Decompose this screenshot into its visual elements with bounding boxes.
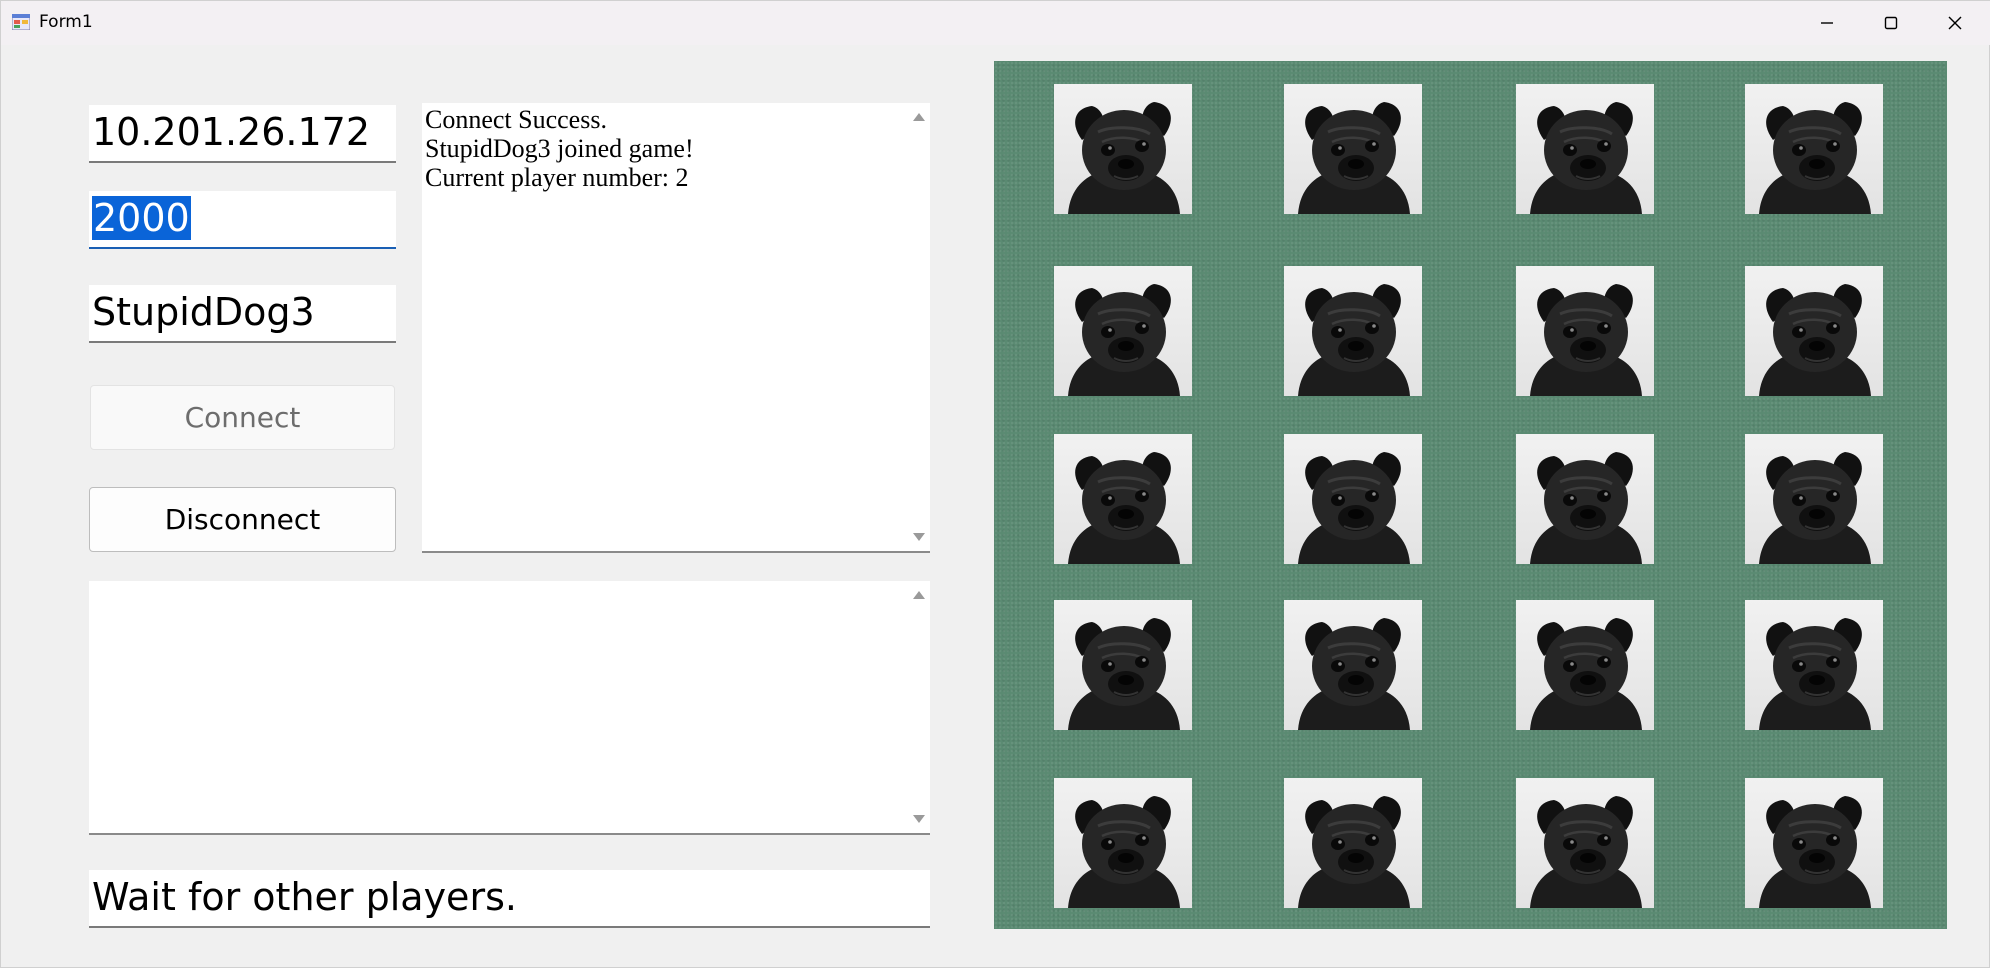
card-r1-c2[interactable] <box>1284 84 1422 214</box>
pug-dog-icon <box>1530 796 1642 908</box>
maximize-icon <box>1884 16 1898 30</box>
player-name-input[interactable]: StupidDog3 <box>89 285 396 343</box>
ip-address-value: 10.201.26.172 <box>92 110 371 154</box>
disconnect-button[interactable]: Disconnect <box>89 487 396 552</box>
log-line: StupidDog3 joined game! <box>425 134 694 163</box>
card-r4-c1[interactable] <box>1054 600 1192 730</box>
port-value: 2000 <box>92 196 191 240</box>
card-r2-c2[interactable] <box>1284 266 1422 396</box>
window-title: Form1 <box>39 12 93 32</box>
card-r3-c1[interactable] <box>1054 434 1192 564</box>
game-window: Form1 10.201.26.172 2000 StupidDog3 Conn… <box>0 0 1990 968</box>
log-line: Connect Success. <box>425 105 607 134</box>
pug-dog-icon <box>1068 284 1180 396</box>
pug-dog-icon <box>1298 796 1410 908</box>
chat-scrollbar[interactable] <box>908 581 930 833</box>
pug-dog-icon <box>1759 796 1871 908</box>
card-r4-c4[interactable] <box>1745 600 1883 730</box>
card-r2-c3[interactable] <box>1516 266 1654 396</box>
card-r1-c3[interactable] <box>1516 84 1654 214</box>
card-r2-c4[interactable] <box>1745 266 1883 396</box>
pug-dog-icon <box>1068 618 1180 730</box>
card-r5-c3[interactable] <box>1516 778 1654 908</box>
message-log[interactable]: Connect Success. StupidDog3 joined game!… <box>422 103 930 553</box>
pug-dog-icon <box>1530 618 1642 730</box>
card-r5-c2[interactable] <box>1284 778 1422 908</box>
pug-dog-icon <box>1759 452 1871 564</box>
pug-dog-icon <box>1530 452 1642 564</box>
game-board <box>994 61 1947 929</box>
scroll-down-icon[interactable] <box>913 815 925 823</box>
card-r3-c4[interactable] <box>1745 434 1883 564</box>
pug-dog-icon <box>1530 102 1642 214</box>
pug-dog-icon <box>1298 452 1410 564</box>
card-r5-c4[interactable] <box>1745 778 1883 908</box>
title-bar: Form1 <box>1 1 1990 45</box>
pug-dog-icon <box>1759 284 1871 396</box>
pug-dog-icon <box>1298 618 1410 730</box>
form-app-icon <box>12 14 30 30</box>
card-r3-c3[interactable] <box>1516 434 1654 564</box>
card-r2-c1[interactable] <box>1054 266 1192 396</box>
card-r4-c2[interactable] <box>1284 600 1422 730</box>
card-r5-c1[interactable] <box>1054 778 1192 908</box>
close-icon <box>1948 16 1962 30</box>
log-scrollbar[interactable] <box>908 103 930 551</box>
close-button[interactable] <box>1923 1 1987 45</box>
minimize-icon <box>1821 22 1833 24</box>
card-r4-c3[interactable] <box>1516 600 1654 730</box>
maximize-button[interactable] <box>1859 1 1923 45</box>
pug-dog-icon <box>1068 452 1180 564</box>
card-r1-c4[interactable] <box>1745 84 1883 214</box>
pug-dog-icon <box>1298 284 1410 396</box>
scroll-up-icon[interactable] <box>913 591 925 599</box>
chat-input[interactable] <box>89 581 930 835</box>
pug-dog-icon <box>1759 618 1871 730</box>
status-field: Wait for other players. <box>89 870 930 928</box>
log-line: Current player number: 2 <box>425 163 689 192</box>
log-lines: Connect Success. StupidDog3 joined game!… <box>425 105 694 192</box>
scroll-down-icon[interactable] <box>913 533 925 541</box>
connect-button[interactable]: Connect <box>90 385 395 450</box>
player-name-value: StupidDog3 <box>92 290 315 334</box>
card-r3-c2[interactable] <box>1284 434 1422 564</box>
pug-dog-icon <box>1759 102 1871 214</box>
pug-dog-icon <box>1068 796 1180 908</box>
card-r1-c1[interactable] <box>1054 84 1192 214</box>
status-text: Wait for other players. <box>92 875 517 919</box>
scroll-up-icon[interactable] <box>913 113 925 121</box>
pug-dog-icon <box>1298 102 1410 214</box>
pug-dog-icon <box>1068 102 1180 214</box>
ip-address-input[interactable]: 10.201.26.172 <box>89 105 396 163</box>
pug-dog-icon <box>1530 284 1642 396</box>
port-input[interactable]: 2000 <box>89 191 396 249</box>
minimize-button[interactable] <box>1795 1 1859 45</box>
